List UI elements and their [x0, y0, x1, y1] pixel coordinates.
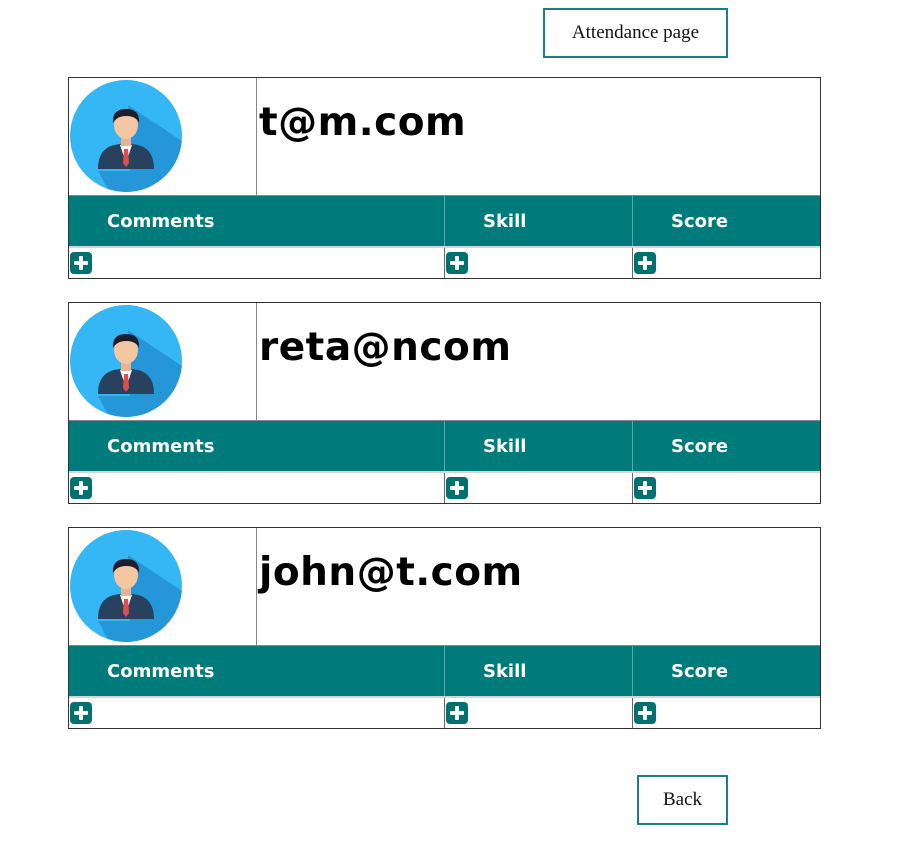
skill-cell — [445, 698, 633, 728]
attendance-page-button[interactable]: Attendance page — [543, 8, 728, 58]
table-header-row: Comments Skill Score — [69, 196, 820, 248]
add-comment-plus-icon[interactable] — [70, 252, 92, 274]
skill-cell — [445, 248, 633, 278]
user-card-header: t@m.com — [69, 78, 820, 196]
table-row — [69, 698, 820, 728]
user-card: john@t.com Comments Skill Score — [68, 527, 821, 729]
table-row — [69, 248, 820, 278]
score-column-header: Score — [671, 435, 729, 457]
skill-cell — [445, 473, 633, 503]
score-cell — [633, 698, 820, 728]
comments-cell — [69, 473, 445, 503]
score-column-header: Score — [671, 210, 729, 232]
table-row — [69, 473, 820, 503]
user-email: reta@ncom — [259, 325, 512, 370]
score-column-header: Score — [671, 660, 729, 682]
comments-column-header: Comments — [69, 646, 445, 696]
add-score-plus-icon[interactable] — [634, 702, 656, 724]
avatar — [70, 530, 182, 642]
user-card-header: reta@ncom — [69, 303, 820, 421]
avatar-cell — [69, 528, 257, 645]
add-comment-plus-icon[interactable] — [70, 477, 92, 499]
avatar-cell — [69, 78, 257, 195]
skill-column-header: Skill — [445, 196, 633, 246]
comments-column-header: Comments — [69, 196, 445, 246]
skill-column-header: Skill — [445, 646, 633, 696]
comments-cell — [69, 698, 445, 728]
comments-column-header: Comments — [69, 421, 445, 471]
avatar-cell — [69, 303, 257, 420]
user-card: t@m.com Comments Skill Score — [68, 77, 821, 279]
add-skill-plus-icon[interactable] — [446, 252, 468, 274]
table-header-row: Comments Skill Score — [69, 421, 820, 473]
add-score-plus-icon[interactable] — [634, 477, 656, 499]
add-score-plus-icon[interactable] — [634, 252, 656, 274]
user-card: reta@ncom Comments Skill Score — [68, 302, 821, 504]
avatar — [70, 305, 182, 417]
add-skill-plus-icon[interactable] — [446, 477, 468, 499]
skill-column-header: Skill — [445, 421, 633, 471]
back-button[interactable]: Back — [637, 775, 728, 825]
comments-cell — [69, 248, 445, 278]
avatar — [70, 80, 182, 192]
score-cell — [633, 473, 820, 503]
add-skill-plus-icon[interactable] — [446, 702, 468, 724]
score-cell — [633, 248, 820, 278]
user-card-header: john@t.com — [69, 528, 820, 646]
table-header-row: Comments Skill Score — [69, 646, 820, 698]
user-email: t@m.com — [259, 100, 467, 145]
add-comment-plus-icon[interactable] — [70, 702, 92, 724]
user-email: john@t.com — [259, 550, 523, 595]
